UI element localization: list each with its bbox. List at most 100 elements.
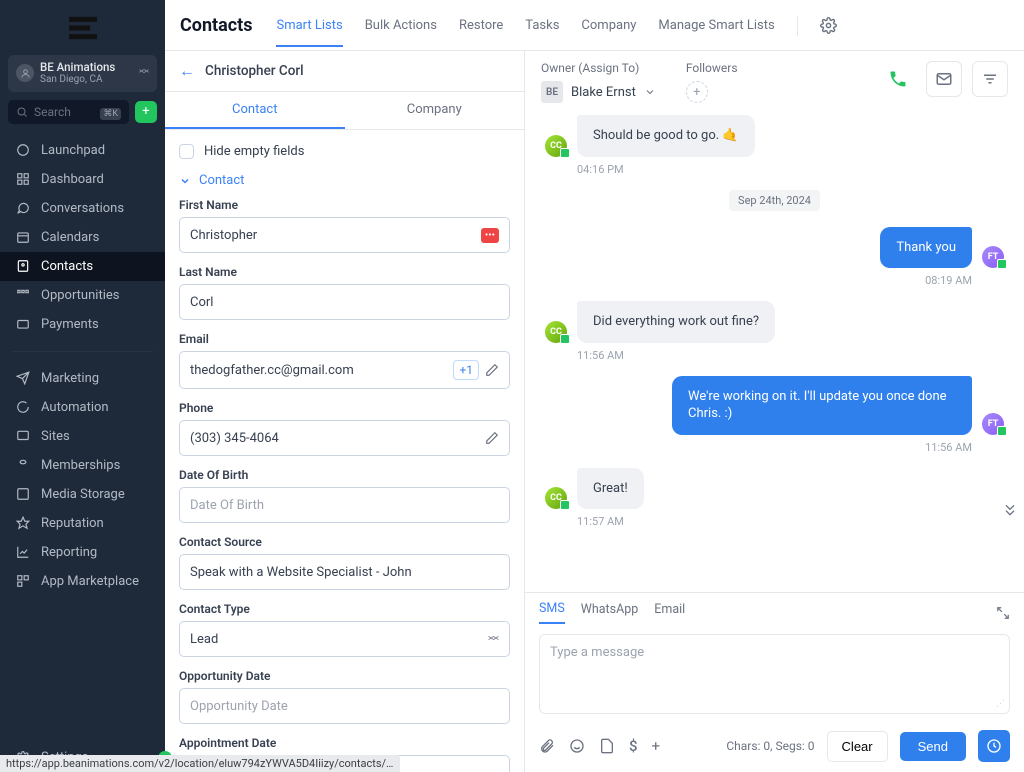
- add-follower-button[interactable]: +: [686, 81, 708, 103]
- subtab-company[interactable]: Company: [345, 92, 525, 129]
- nav-reputation[interactable]: Reputation: [0, 509, 165, 538]
- input-phone[interactable]: (303) 345-4064: [179, 420, 510, 456]
- nav-conversations[interactable]: Conversations: [0, 194, 165, 223]
- nav-contacts[interactable]: Contacts: [0, 252, 165, 281]
- org-avatar-icon: [16, 64, 34, 82]
- tab-tasks[interactable]: Tasks: [525, 18, 559, 47]
- message-input[interactable]: Type a message⋰: [539, 634, 1010, 714]
- page-title: Contacts: [180, 15, 252, 50]
- section-contact-toggle[interactable]: Contact: [179, 169, 510, 198]
- call-button[interactable]: [880, 61, 916, 97]
- expand-icon[interactable]: [996, 606, 1010, 620]
- search-input[interactable]: Search ⌘K: [8, 100, 129, 124]
- send-icon: [15, 371, 30, 386]
- sidebar: BE Animations San Diego, CA ︿﹀ Search ⌘K…: [0, 0, 165, 772]
- topbar: Contacts Smart Lists Bulk Actions Restor…: [165, 0, 1024, 51]
- nav-marketing[interactable]: Marketing: [0, 364, 165, 393]
- subtab-contact[interactable]: Contact: [165, 92, 345, 129]
- input-opp-date[interactable]: Opportunity Date: [179, 688, 510, 724]
- input-last-name[interactable]: Corl: [179, 284, 510, 320]
- search-icon: [16, 106, 28, 118]
- followers-label: Followers: [686, 61, 738, 75]
- nav-memberships[interactable]: Memberships: [0, 451, 165, 480]
- chat-thread[interactable]: CC Should be good to go. 🤙 04:16 PM Sep …: [525, 111, 1024, 592]
- label-first-name: First Name: [179, 198, 510, 212]
- add-button[interactable]: +: [135, 101, 157, 123]
- nav-automation[interactable]: Automation: [0, 393, 165, 422]
- label-last-name: Last Name: [179, 265, 510, 279]
- edit-icon[interactable]: [485, 363, 499, 377]
- rocket-icon: [15, 143, 30, 158]
- nav-calendars[interactable]: Calendars: [0, 223, 165, 252]
- channel-whatsapp[interactable]: WhatsApp: [581, 602, 639, 623]
- recording-icon: •••: [481, 228, 499, 243]
- sites-icon: [15, 429, 30, 444]
- email-count-badge[interactable]: +1: [453, 360, 479, 380]
- template-icon[interactable]: [599, 738, 615, 754]
- nav-dashboard[interactable]: Dashboard: [0, 165, 165, 194]
- clear-button[interactable]: Clear: [827, 731, 888, 762]
- input-email[interactable]: thedogfather.cc@gmail.com+1: [179, 351, 510, 389]
- schedule-button[interactable]: [978, 730, 1010, 762]
- hide-empty-toggle[interactable]: Hide empty fields: [179, 142, 510, 169]
- automation-icon: [15, 400, 30, 415]
- message-time: 11:56 AM: [545, 441, 972, 454]
- nav-payments[interactable]: Payments: [0, 310, 165, 339]
- label-phone: Phone: [179, 401, 510, 415]
- contact-name: Christopher Corl: [205, 63, 304, 79]
- label-type: Contact Type: [179, 602, 510, 616]
- tab-restore[interactable]: Restore: [459, 18, 503, 47]
- nav-media-storage[interactable]: Media Storage: [0, 480, 165, 509]
- nav-launchpad[interactable]: Launchpad: [0, 136, 165, 165]
- input-dob[interactable]: Date Of Birth: [179, 487, 510, 523]
- payment-icon[interactable]: $: [629, 737, 638, 755]
- agent-avatar: FT: [982, 413, 1004, 435]
- owner-select[interactable]: BE Blake Ernst: [541, 81, 656, 103]
- search-shortcut: ⌘K: [100, 108, 121, 120]
- nav-sites[interactable]: Sites: [0, 422, 165, 451]
- chat-icon: [15, 201, 30, 216]
- date-separator: Sep 24th, 2024: [729, 190, 820, 211]
- org-selector[interactable]: BE Animations San Diego, CA ︿﹀: [8, 55, 157, 92]
- message-in: Should be good to go. 🤙: [577, 115, 755, 157]
- nav-opportunities[interactable]: Opportunities: [0, 281, 165, 310]
- calendar-icon: [15, 230, 30, 245]
- memberships-icon: [15, 458, 30, 473]
- select-contact-type[interactable]: Lead︿﹀: [179, 621, 510, 657]
- send-button[interactable]: Send: [900, 732, 966, 761]
- tab-smart-lists[interactable]: Smart Lists: [276, 18, 342, 47]
- tab-company[interactable]: Company: [581, 18, 636, 47]
- resize-handle-icon[interactable]: ⋰: [996, 699, 1005, 709]
- opportunities-icon: [15, 288, 30, 303]
- checkbox-icon[interactable]: [179, 144, 194, 159]
- input-source[interactable]: Speak with a Website Specialist - John: [179, 554, 510, 590]
- message-time: 08:19 AM: [545, 274, 972, 287]
- input-first-name[interactable]: Christopher•••: [179, 217, 510, 253]
- chevron-down-icon: [644, 86, 656, 98]
- nav-app-marketplace[interactable]: App Marketplace: [0, 567, 165, 596]
- message-time: 11:57 AM: [577, 515, 1004, 528]
- org-location: San Diego, CA: [40, 74, 133, 86]
- back-arrow-icon[interactable]: ←: [179, 61, 195, 81]
- channel-email[interactable]: Email: [654, 602, 685, 623]
- chevron-up-down-icon: ︿﹀: [488, 633, 499, 645]
- contact-avatar: CC: [545, 135, 567, 157]
- emoji-icon[interactable]: [569, 738, 585, 754]
- label-source: Contact Source: [179, 535, 510, 549]
- settings-icon[interactable]: [820, 17, 837, 34]
- chart-icon: [15, 545, 30, 560]
- label-dob: Date Of Birth: [179, 468, 510, 482]
- add-icon[interactable]: +: [652, 737, 661, 755]
- edit-icon[interactable]: [485, 431, 499, 445]
- tab-bulk-actions[interactable]: Bulk Actions: [365, 18, 437, 47]
- attachment-icon[interactable]: [539, 738, 555, 754]
- payments-icon: [15, 317, 30, 332]
- scroll-down-icon[interactable]: [1002, 502, 1018, 518]
- tab-manage-smart-lists[interactable]: Manage Smart Lists: [658, 18, 774, 47]
- filter-button[interactable]: [972, 61, 1008, 97]
- nav-reporting[interactable]: Reporting: [0, 538, 165, 567]
- channel-sms[interactable]: SMS: [539, 601, 565, 624]
- email-button[interactable]: [926, 61, 962, 97]
- message-out: Thank you: [880, 227, 972, 269]
- char-count: Chars: 0, Segs: 0: [726, 739, 814, 753]
